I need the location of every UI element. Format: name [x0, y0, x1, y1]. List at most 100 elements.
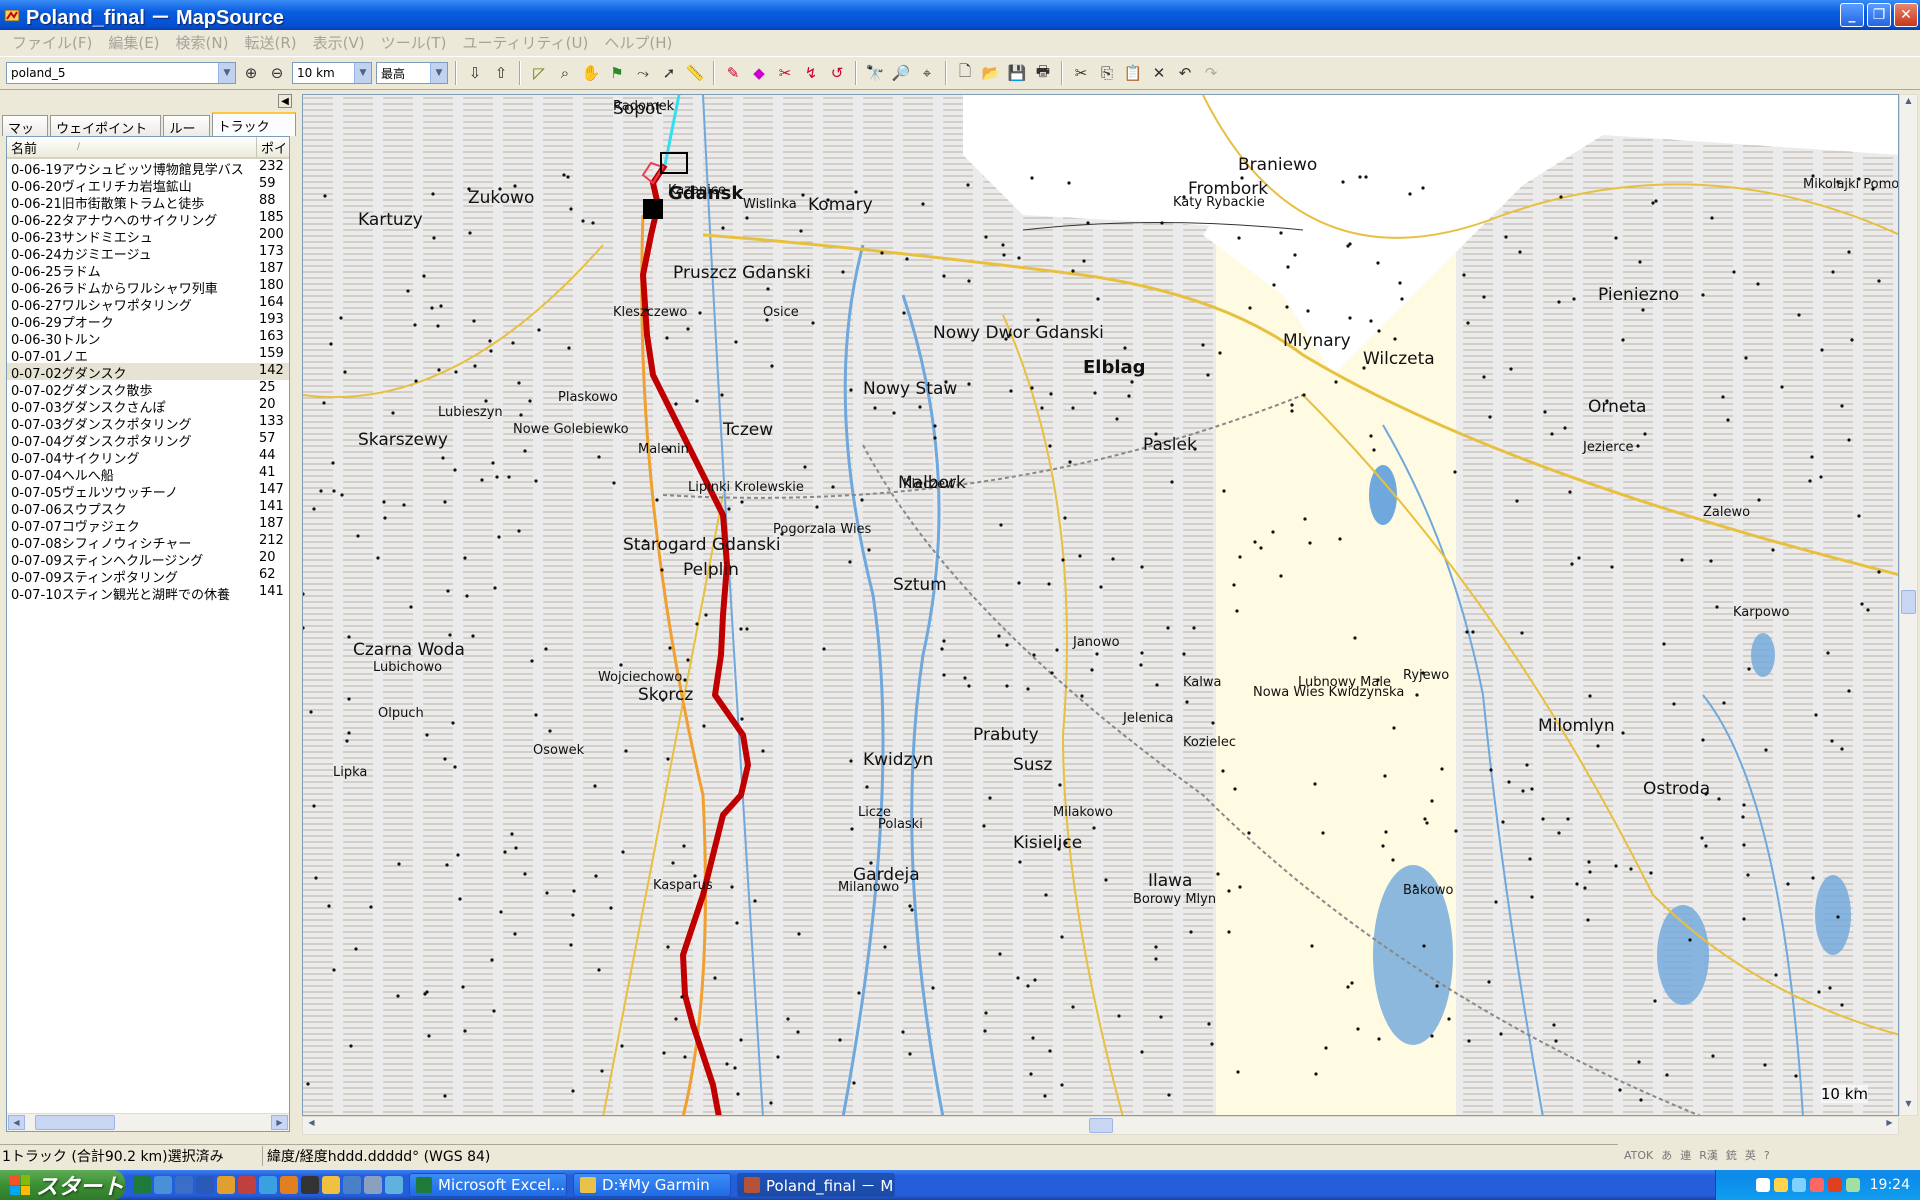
scrollbar-thumb[interactable]: [1901, 590, 1916, 614]
place-label[interactable]: Janowo: [1073, 635, 1120, 650]
zoom-out-icon[interactable]: ⊖: [266, 62, 288, 84]
track-row[interactable]: 0-06-25ラドム 187: [7, 261, 289, 278]
place-label[interactable]: Milomlyn: [1538, 716, 1615, 736]
map-product-select[interactable]: poland_5 ▼: [6, 62, 236, 84]
security-icon[interactable]: [1809, 1178, 1824, 1192]
track-row[interactable]: 0-06-29プオーク 193: [7, 312, 289, 329]
track-row[interactable]: 0-06-23サンドミエシュ 200: [7, 227, 289, 244]
place-label[interactable]: Ilawa: [1148, 871, 1192, 891]
place-label[interactable]: Lubnowy Male: [1298, 675, 1391, 690]
start-button[interactable]: スタート: [0, 1170, 125, 1200]
track-row[interactable]: 0-07-07コヴァジェク 187: [7, 516, 289, 533]
eraser-icon[interactable]: ◆: [748, 62, 770, 84]
place-label[interactable]: Wislinka: [743, 197, 797, 212]
open-file-icon[interactable]: 📂: [980, 62, 1002, 84]
place-label[interactable]: Lubichowo: [373, 660, 442, 675]
app-icon[interactable]: [259, 1176, 277, 1194]
place-label[interactable]: Plaskowo: [558, 390, 618, 405]
send-to-device-icon[interactable]: ⇧: [490, 62, 512, 84]
track-row[interactable]: 0-07-04ヘルへ船 41: [7, 465, 289, 482]
route-tool-icon[interactable]: ⤳: [632, 62, 654, 84]
app-icon[interactable]: [301, 1176, 319, 1194]
place-label[interactable]: Tczew: [723, 420, 773, 440]
excel-icon[interactable]: [133, 1176, 151, 1194]
place-label[interactable]: Zalewo: [1703, 505, 1750, 520]
close-button[interactable]: ✕: [1894, 3, 1918, 27]
place-label[interactable]: Skarszewy: [358, 430, 448, 450]
new-file-icon[interactable]: 🗋: [954, 62, 976, 84]
scroll-left-icon[interactable]: ◀: [304, 1118, 319, 1133]
track-row[interactable]: 0-06-20ヴィエリチカ岩塩鉱山 59: [7, 176, 289, 193]
tab-tracks[interactable]: トラック (26): [211, 112, 296, 150]
firefox-icon[interactable]: [280, 1176, 298, 1194]
tray-icon[interactable]: [1827, 1178, 1842, 1192]
network-icon[interactable]: [1791, 1178, 1806, 1192]
place-label[interactable]: Lipinki Krolewskie: [688, 480, 804, 495]
ime-conversion[interactable]: 連: [1680, 1147, 1691, 1163]
track-reverse-icon[interactable]: ↺: [826, 62, 848, 84]
app-icon[interactable]: [364, 1176, 382, 1194]
scrollbar-thumb[interactable]: [35, 1115, 115, 1130]
scroll-right-icon[interactable]: ▶: [271, 1115, 288, 1130]
find-places-icon[interactable]: ⌖: [916, 62, 938, 84]
place-label[interactable]: Karpowo: [1733, 605, 1789, 620]
find-icon[interactable]: 🔭: [864, 62, 886, 84]
restore-button[interactable]: ❐: [1867, 3, 1891, 27]
place-label[interactable]: Borowy Mlyn: [1133, 892, 1216, 907]
track-row[interactable]: 0-07-06スウプスク 141: [7, 499, 289, 516]
scroll-down-icon[interactable]: ▼: [1901, 1099, 1916, 1114]
place-label[interactable]: Kartuzy: [358, 210, 423, 230]
track-join-icon[interactable]: ↯: [800, 62, 822, 84]
place-label[interactable]: Wojciechowo: [598, 670, 682, 685]
place-label[interactable]: Lubieszyn: [438, 405, 503, 420]
menu-file[interactable]: ファイル(F): [4, 32, 100, 53]
place-label[interactable]: Zukowo: [468, 188, 534, 208]
receive-from-device-icon[interactable]: ⇩: [464, 62, 486, 84]
save-icon[interactable]: 💾: [1006, 62, 1028, 84]
map-vertical-scrollbar[interactable]: ▲ ▼: [1899, 94, 1918, 1116]
app-icon[interactable]: [238, 1176, 256, 1194]
place-label[interactable]: Braniewo: [1238, 155, 1317, 175]
place-label[interactable]: Susz: [1013, 755, 1052, 775]
place-label[interactable]: Lipka: [333, 765, 367, 780]
track-row[interactable]: 0-06-21旧市街散策トラムと徒歩 88: [7, 193, 289, 210]
place-label[interactable]: Pelplin: [683, 560, 739, 580]
track-row[interactable]: 0-07-09スティンヘクルージング 20: [7, 550, 289, 567]
app-icon[interactable]: [343, 1176, 361, 1194]
place-label[interactable]: Osice: [763, 305, 799, 320]
place-label[interactable]: Kozielec: [1183, 735, 1236, 750]
tab-maps[interactable]: マップ: [2, 115, 49, 156]
ime-mode[interactable]: ATOK: [1624, 1149, 1653, 1162]
column-header-name[interactable]: 名前 ∕: [7, 137, 257, 157]
scroll-up-icon[interactable]: ▲: [1901, 96, 1916, 111]
folder-icon[interactable]: [217, 1176, 235, 1194]
place-label[interactable]: Nowe Golebiewko: [513, 422, 629, 437]
place-label[interactable]: Milanowo: [838, 880, 899, 895]
track-row[interactable]: 0-06-30トルン 163: [7, 329, 289, 346]
place-label[interactable]: Olpuch: [378, 706, 424, 721]
place-label[interactable]: Prabuty: [973, 725, 1039, 745]
menu-help[interactable]: ヘルプ(H): [596, 32, 680, 53]
place-label[interactable]: Kleczew: [903, 477, 956, 492]
place-label[interactable]: Pruszcz Gdanski: [673, 263, 811, 283]
place-label[interactable]: Milakowo: [1053, 805, 1113, 820]
menu-view[interactable]: 表示(V): [305, 32, 373, 53]
menu-tools[interactable]: ツール(T): [373, 32, 455, 53]
app-icon[interactable]: [385, 1176, 403, 1194]
cut-icon[interactable]: ✂: [1070, 62, 1092, 84]
tray-icon[interactable]: [1773, 1178, 1788, 1192]
place-label[interactable]: Elblag: [1083, 357, 1146, 378]
place-label[interactable]: Mlynary: [1283, 331, 1351, 351]
track-row[interactable]: 0-07-03グダンスクさんぽ 20: [7, 397, 289, 414]
place-label[interactable]: Kwidzyn: [863, 750, 933, 770]
mail-icon[interactable]: [154, 1176, 172, 1194]
map-tool-icon[interactable]: ◸: [528, 62, 550, 84]
track-row[interactable]: 0-07-02グダンスク散歩 25: [7, 380, 289, 397]
place-label[interactable]: Czarna Woda: [353, 640, 465, 660]
place-label[interactable]: Kazanice: [668, 183, 726, 198]
place-label[interactable]: Paslek: [1143, 435, 1197, 455]
help-icon[interactable]: ?: [1764, 1149, 1770, 1162]
place-label[interactable]: Jezierce: [1583, 440, 1633, 455]
place-label[interactable]: Radomek: [613, 99, 674, 114]
place-label[interactable]: Sztum: [893, 575, 947, 595]
